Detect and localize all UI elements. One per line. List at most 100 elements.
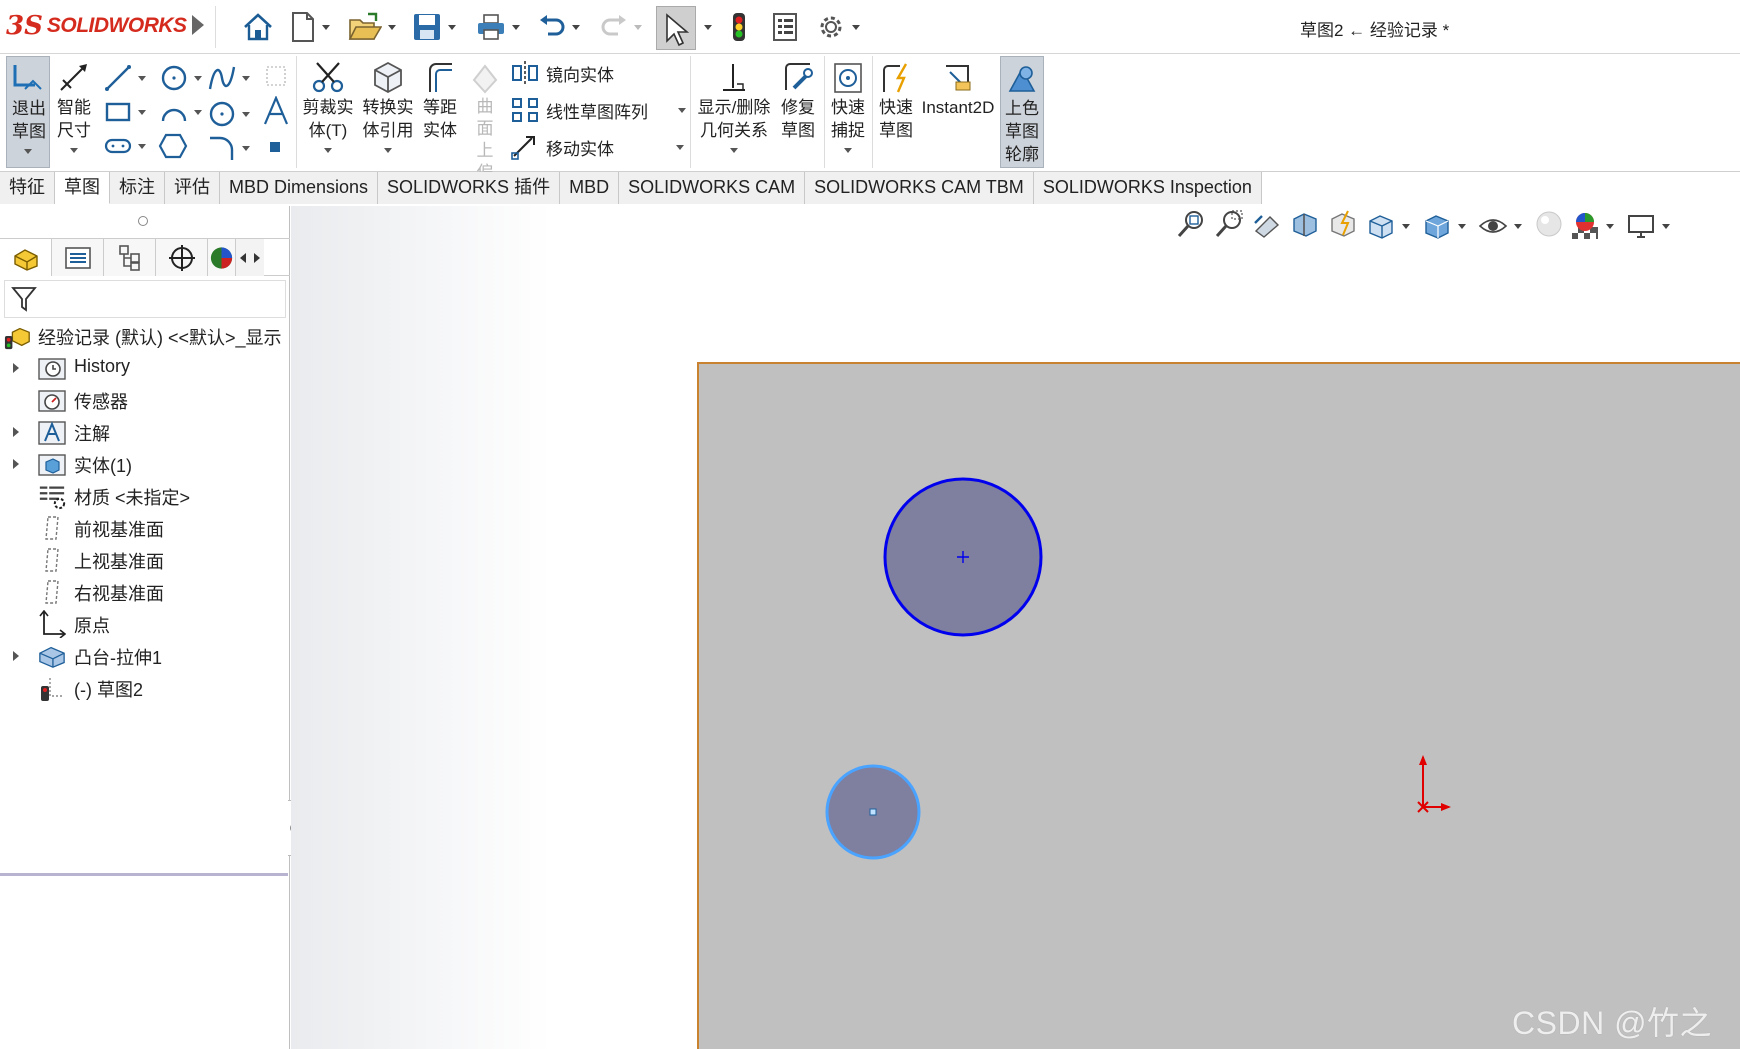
solidworks-logo[interactable]: 3S SOLIDWORKS — [6, 10, 187, 42]
sketch-circle-large[interactable] — [883, 477, 1043, 637]
chevron-down-icon[interactable] — [512, 24, 520, 30]
previous-view-icon[interactable] — [1252, 209, 1282, 244]
chevron-down-icon[interactable] — [572, 24, 580, 30]
home-button[interactable] — [242, 8, 274, 46]
chevron-down-icon[interactable] — [676, 144, 684, 150]
save-button[interactable] — [412, 8, 456, 46]
expand-arrow-icon[interactable] — [13, 363, 19, 373]
tab-dimxpert-manager[interactable] — [156, 239, 208, 276]
zoom-to-fit-icon[interactable] — [1176, 209, 1206, 244]
scroll-left-icon[interactable] — [240, 252, 246, 263]
linear-pattern-button[interactable]: 线性草图阵列 — [510, 96, 686, 124]
expand-arrow-icon[interactable] — [13, 651, 19, 661]
arc-tool[interactable] — [160, 100, 202, 124]
section-view-icon[interactable] — [1290, 209, 1320, 244]
chevron-down-icon[interactable] — [70, 148, 78, 153]
chevron-down-icon[interactable] — [388, 24, 396, 30]
file-properties-button[interactable] — [772, 8, 798, 46]
convert-entities-button[interactable]: 转换实体引用 — [360, 56, 416, 168]
polygon-tool[interactable] — [158, 132, 188, 160]
chevron-down-icon[interactable] — [138, 75, 146, 81]
line-tool[interactable] — [104, 64, 146, 92]
slot-tool[interactable] — [104, 136, 146, 156]
chevron-down-icon[interactable] — [242, 145, 250, 151]
chevron-down-icon[interactable] — [138, 109, 146, 115]
chevron-down-icon[interactable] — [678, 107, 686, 113]
tree-item-right-plane[interactable]: 右视基准面 — [0, 576, 290, 608]
chevron-down-icon[interactable] — [384, 148, 392, 153]
chevron-down-icon[interactable] — [730, 148, 738, 153]
instant2d-button[interactable]: Instant2D — [918, 56, 998, 168]
display-delete-relations-button[interactable]: 显示/删除几何关系 — [694, 56, 774, 168]
apply-scene-icon[interactable] — [1570, 211, 1614, 241]
zoom-to-area-icon[interactable] — [1214, 209, 1244, 244]
chevron-down-icon[interactable] — [1458, 223, 1466, 229]
view-settings-icon[interactable] — [1626, 211, 1670, 241]
sketch-plane-sheet[interactable] — [697, 362, 1740, 1049]
tree-item-top-plane[interactable]: 上视基准面 — [0, 544, 290, 576]
tab-mbd-dimensions[interactable]: MBD Dimensions — [220, 172, 379, 204]
chevron-down-icon[interactable] — [194, 109, 202, 115]
select-button[interactable] — [656, 6, 696, 50]
expand-arrow-icon[interactable] — [13, 459, 19, 469]
tree-item-history[interactable]: History — [0, 352, 290, 384]
chevron-down-icon[interactable] — [852, 24, 860, 30]
quick-snaps-button[interactable]: 快速捕捉 — [826, 56, 870, 168]
hide-show-items-icon[interactable] — [1478, 211, 1522, 241]
tree-item-boss-extrude1[interactable]: 凸台-拉伸1 — [0, 640, 290, 672]
tab-solidworks-cam-tbm[interactable]: SOLIDWORKS CAM TBM — [805, 172, 1034, 204]
shaded-sketch-contours-button[interactable]: 上色草图轮廓 — [1000, 56, 1044, 168]
tree-item-front-plane[interactable]: 前视基准面 — [0, 512, 290, 544]
tree-root-part[interactable]: 经验记录 (默认) <<默认>_显示 — [0, 320, 290, 352]
expand-arrow-icon[interactable] — [13, 427, 19, 437]
chevron-down-icon[interactable] — [1662, 223, 1670, 229]
dynamic-annotation-views-icon[interactable] — [1328, 209, 1358, 244]
display-style-icon[interactable] — [1422, 211, 1466, 241]
rapid-sketch-button[interactable]: 快速草图 — [874, 56, 918, 168]
point-tool[interactable] — [268, 140, 282, 154]
offset-entities-button[interactable]: 等距实体 — [418, 56, 462, 168]
tab-display-manager[interactable] — [208, 239, 236, 276]
tree-item-origin[interactable]: 原点 — [0, 608, 290, 640]
chevron-down-icon[interactable] — [242, 75, 250, 81]
tab-solidworks-addins[interactable]: SOLIDWORKS 插件 — [378, 172, 561, 204]
tree-item-sketch2[interactable]: (-) 草图2 — [0, 672, 290, 704]
trim-entities-button[interactable]: 剪裁实体(T) — [300, 56, 356, 168]
tab-solidworks-cam[interactable]: SOLIDWORKS CAM — [619, 172, 806, 204]
tab-mbd[interactable]: MBD — [560, 172, 620, 204]
circle-tool[interactable] — [160, 64, 202, 92]
select-dropdown[interactable] — [698, 8, 712, 46]
text-tool[interactable] — [262, 96, 290, 126]
rectangle-tool[interactable] — [104, 100, 146, 124]
chevron-down-icon[interactable] — [194, 75, 202, 81]
tree-item-material[interactable]: 材质 <未指定> — [0, 480, 290, 512]
manager-tab-scroller[interactable] — [236, 239, 264, 276]
fillet-tool[interactable] — [208, 134, 250, 162]
move-entities-button[interactable]: 移动实体 — [510, 134, 684, 160]
chevron-down-icon[interactable] — [1514, 223, 1522, 229]
new-document-button[interactable] — [290, 8, 330, 46]
tab-property-manager[interactable] — [52, 239, 104, 276]
print-button[interactable] — [476, 8, 520, 46]
tree-item-solid-bodies[interactable]: 实体(1) — [0, 448, 290, 480]
tab-markup[interactable]: 标注 — [110, 172, 165, 204]
options-button[interactable] — [816, 8, 860, 46]
open-button[interactable] — [348, 8, 396, 46]
chevron-down-icon[interactable] — [324, 148, 332, 153]
tab-feature-manager[interactable] — [0, 239, 52, 276]
tree-item-sensors[interactable]: 传感器 — [0, 384, 290, 416]
smart-dimension-button[interactable]: 智能尺寸 — [52, 56, 96, 168]
rebuild-button[interactable] — [730, 8, 748, 46]
chevron-down-icon[interactable] — [448, 24, 456, 30]
chevron-down-icon[interactable] — [242, 111, 250, 117]
panel-splitter-handle[interactable] — [138, 216, 148, 226]
scroll-right-icon[interactable] — [254, 252, 260, 263]
chevron-down-icon[interactable] — [844, 148, 852, 153]
repair-sketch-button[interactable]: 修复草图 — [776, 56, 820, 168]
exit-sketch-button[interactable]: 退出草图 — [6, 56, 50, 168]
chevron-down-icon[interactable] — [704, 24, 712, 30]
chevron-down-icon[interactable] — [24, 149, 32, 154]
chevron-down-icon[interactable] — [322, 24, 330, 30]
ellipse-tool[interactable] — [208, 100, 250, 128]
tab-features[interactable]: 特征 — [0, 172, 55, 204]
